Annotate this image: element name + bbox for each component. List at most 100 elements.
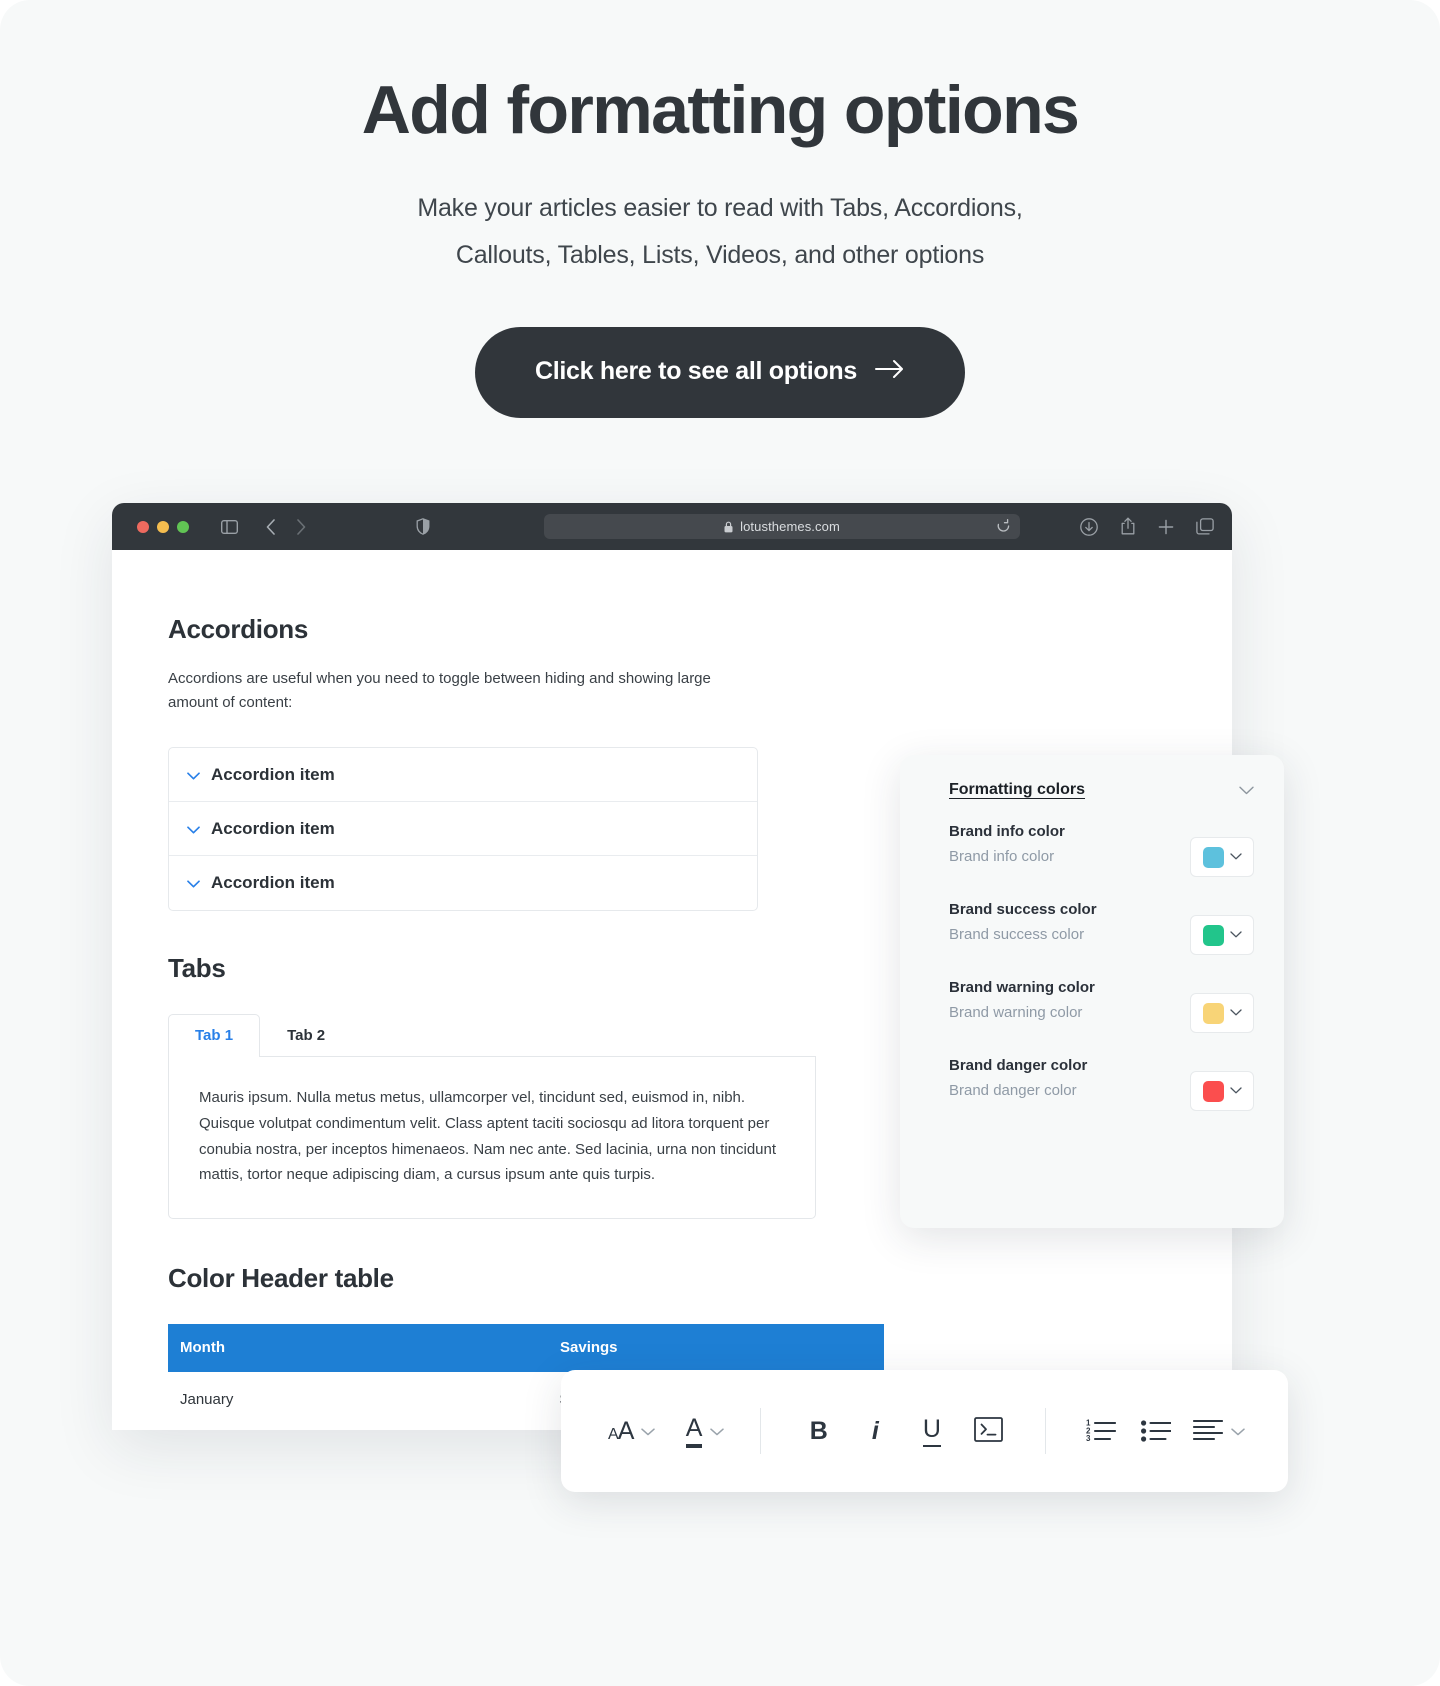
formatting-colors-panel: Formatting colors Brand info color Brand… <box>900 755 1284 1228</box>
chevron-down-icon[interactable] <box>1239 784 1254 797</box>
zoom-window-button[interactable] <box>177 520 189 533</box>
panel-header: Formatting colors <box>949 781 1254 799</box>
window-controls[interactable] <box>137 520 189 533</box>
accordions-heading: Accordions <box>168 614 309 644</box>
downloads-icon[interactable] <box>1080 517 1098 536</box>
toolbar-right-actions <box>1080 503 1214 550</box>
color-value: Brand danger color <box>949 1082 1077 1099</box>
navigation-buttons <box>266 518 306 535</box>
chevron-down-icon <box>1229 1086 1242 1097</box>
chevron-down-icon <box>1229 1008 1242 1019</box>
table-header-row: Month Savings <box>168 1324 884 1373</box>
toolbar-divider <box>1044 1408 1046 1454</box>
accordion-item-label: Accordion item <box>211 818 335 838</box>
italic-button[interactable]: i <box>847 1416 904 1445</box>
sidebar-icon[interactable] <box>221 519 238 534</box>
bullet-list-button[interactable] <box>1129 1418 1184 1445</box>
table-cell-month: February <box>168 1427 548 1430</box>
align-left-icon <box>1192 1419 1223 1444</box>
color-name: Brand info color <box>949 823 1065 840</box>
address-bar[interactable]: lotusthemes.com <box>544 514 1020 539</box>
accordion-item[interactable]: Accordion item <box>169 856 757 910</box>
color-labels: Brand success color Brand success color <box>949 899 1097 943</box>
arrow-right-icon <box>874 359 905 384</box>
url-text: lotusthemes.com <box>740 519 840 534</box>
color-swatch <box>1202 846 1224 868</box>
tab-panel: Mauris ipsum. Nulla metus metus, ullamco… <box>168 1057 816 1220</box>
align-button[interactable] <box>1184 1419 1254 1444</box>
toolbar-divider <box>759 1408 761 1454</box>
color-swatch <box>1202 1080 1224 1102</box>
browser-toolbar: lotusthemes.com <box>112 503 1232 550</box>
bold-button[interactable]: B <box>791 1418 848 1444</box>
forward-icon[interactable] <box>296 518 306 535</box>
hero-subtitle: Make your articles easier to read with T… <box>340 185 1100 279</box>
color-labels: Brand warning color Brand warning color <box>949 977 1095 1021</box>
color-name: Brand warning color <box>949 979 1095 996</box>
color-swatch <box>1202 924 1224 946</box>
chevron-down-icon <box>710 1425 725 1438</box>
hero-subtitle-line-2: Callouts, Tables, Lists, Videos, and oth… <box>455 241 985 270</box>
italic-icon: i <box>871 1416 879 1445</box>
close-window-button[interactable] <box>137 520 149 533</box>
page-root: Add formatting options Make your article… <box>0 0 1440 1686</box>
color-row-danger: Brand danger color Brand danger color <box>949 1055 1254 1111</box>
panel-title: Formatting colors <box>949 781 1086 798</box>
color-picker-danger[interactable] <box>1190 1071 1254 1111</box>
format-toolbar: AA A B i U 1 2 3 <box>561 1370 1288 1492</box>
reload-icon[interactable] <box>996 518 1011 534</box>
bullet-list-icon <box>1141 1418 1172 1445</box>
accordions-description: Accordions are useful when you need to t… <box>168 670 711 711</box>
text-color-button[interactable]: A <box>668 1414 741 1448</box>
see-all-options-button[interactable]: Click here to see all options <box>475 327 965 419</box>
tab-1[interactable]: Tab 1 <box>168 1014 261 1057</box>
svg-text:3: 3 <box>1086 1434 1091 1442</box>
color-picker-success[interactable] <box>1190 915 1254 955</box>
chevron-down-icon <box>1229 930 1242 941</box>
new-tab-icon[interactable] <box>1158 519 1174 535</box>
underline-button[interactable]: U <box>904 1415 961 1447</box>
color-name: Brand danger color <box>949 1057 1088 1074</box>
hero-subtitle-line-1: Make your articles easier to read with T… <box>417 194 1023 223</box>
share-icon[interactable] <box>1120 517 1136 536</box>
color-labels: Brand info color Brand info color <box>949 821 1065 865</box>
text-color-icon: A <box>685 1414 703 1448</box>
chevron-down-icon <box>187 822 211 836</box>
page-title: Add formatting options <box>361 72 1080 148</box>
code-block-icon <box>974 1417 1003 1445</box>
accordion-item-label: Accordion item <box>211 764 335 784</box>
color-value: Brand success color <box>949 926 1085 943</box>
code-block-button[interactable] <box>960 1417 1017 1445</box>
color-name: Brand success color <box>949 901 1097 918</box>
accordion-item[interactable]: Accordion item <box>169 748 757 802</box>
font-size-button[interactable]: AA <box>595 1418 668 1444</box>
table-head: Month Savings <box>168 1324 884 1373</box>
table-cell-month: January <box>180 1391 234 1409</box>
color-value: Brand info color <box>949 848 1055 865</box>
underline-icon: U <box>922 1415 941 1447</box>
table-heading: Color Header table <box>168 1263 394 1294</box>
accordion-item-label: Accordion item <box>211 873 335 892</box>
chevron-down-icon <box>187 876 211 890</box>
shield-icon[interactable] <box>416 518 430 535</box>
chevron-down-icon <box>1229 852 1242 863</box>
tab-panel-text: Mauris ipsum. Nulla metus metus, ullamco… <box>199 1089 777 1184</box>
color-picker-warning[interactable] <box>1190 993 1254 1033</box>
accordion-list: Accordion item Accordion item Accordion … <box>168 747 758 911</box>
back-icon[interactable] <box>266 518 276 535</box>
tabs-header: Tab 1 Tab 2 <box>168 1014 816 1057</box>
color-swatch <box>1202 1002 1224 1024</box>
accordion-item[interactable]: Accordion item <box>169 802 757 856</box>
color-picker-info[interactable] <box>1190 837 1254 877</box>
tab-2[interactable]: Tab 2 <box>260 1014 352 1057</box>
chevron-down-icon <box>187 768 211 782</box>
ordered-list-button[interactable]: 1 2 3 <box>1074 1418 1129 1445</box>
tab-overview-icon[interactable] <box>1196 518 1214 535</box>
minimize-window-button[interactable] <box>157 520 169 533</box>
table-column-savings: Savings <box>548 1324 884 1373</box>
color-row-info: Brand info color Brand info color <box>949 821 1254 877</box>
color-row-warning: Brand warning color Brand warning color <box>949 977 1254 1033</box>
cta-label: Click here to see all options <box>535 357 857 386</box>
cta-wrapper: Click here to see all options <box>0 327 1440 419</box>
chevron-down-icon <box>641 1425 656 1438</box>
